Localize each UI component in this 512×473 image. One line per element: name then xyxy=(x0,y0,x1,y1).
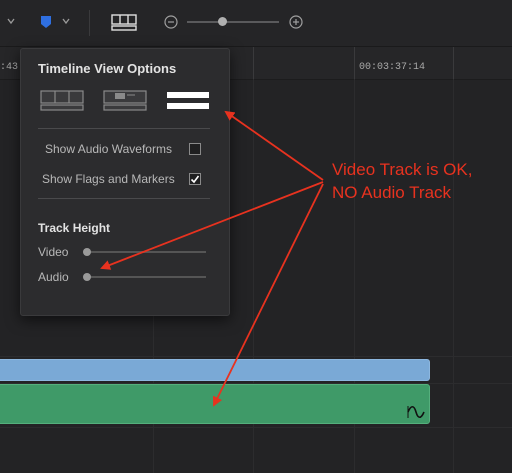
annotation-arrows xyxy=(100,110,324,407)
annotation-line-2: NO Audio Track xyxy=(332,183,452,202)
annotation-line-1: Video Track is OK, xyxy=(332,160,473,179)
annotation-text: Video Track is OK, NO Audio Track xyxy=(332,158,472,204)
arrow-to-view-icon xyxy=(224,110,324,181)
arrow-to-audio-slider xyxy=(100,181,324,270)
